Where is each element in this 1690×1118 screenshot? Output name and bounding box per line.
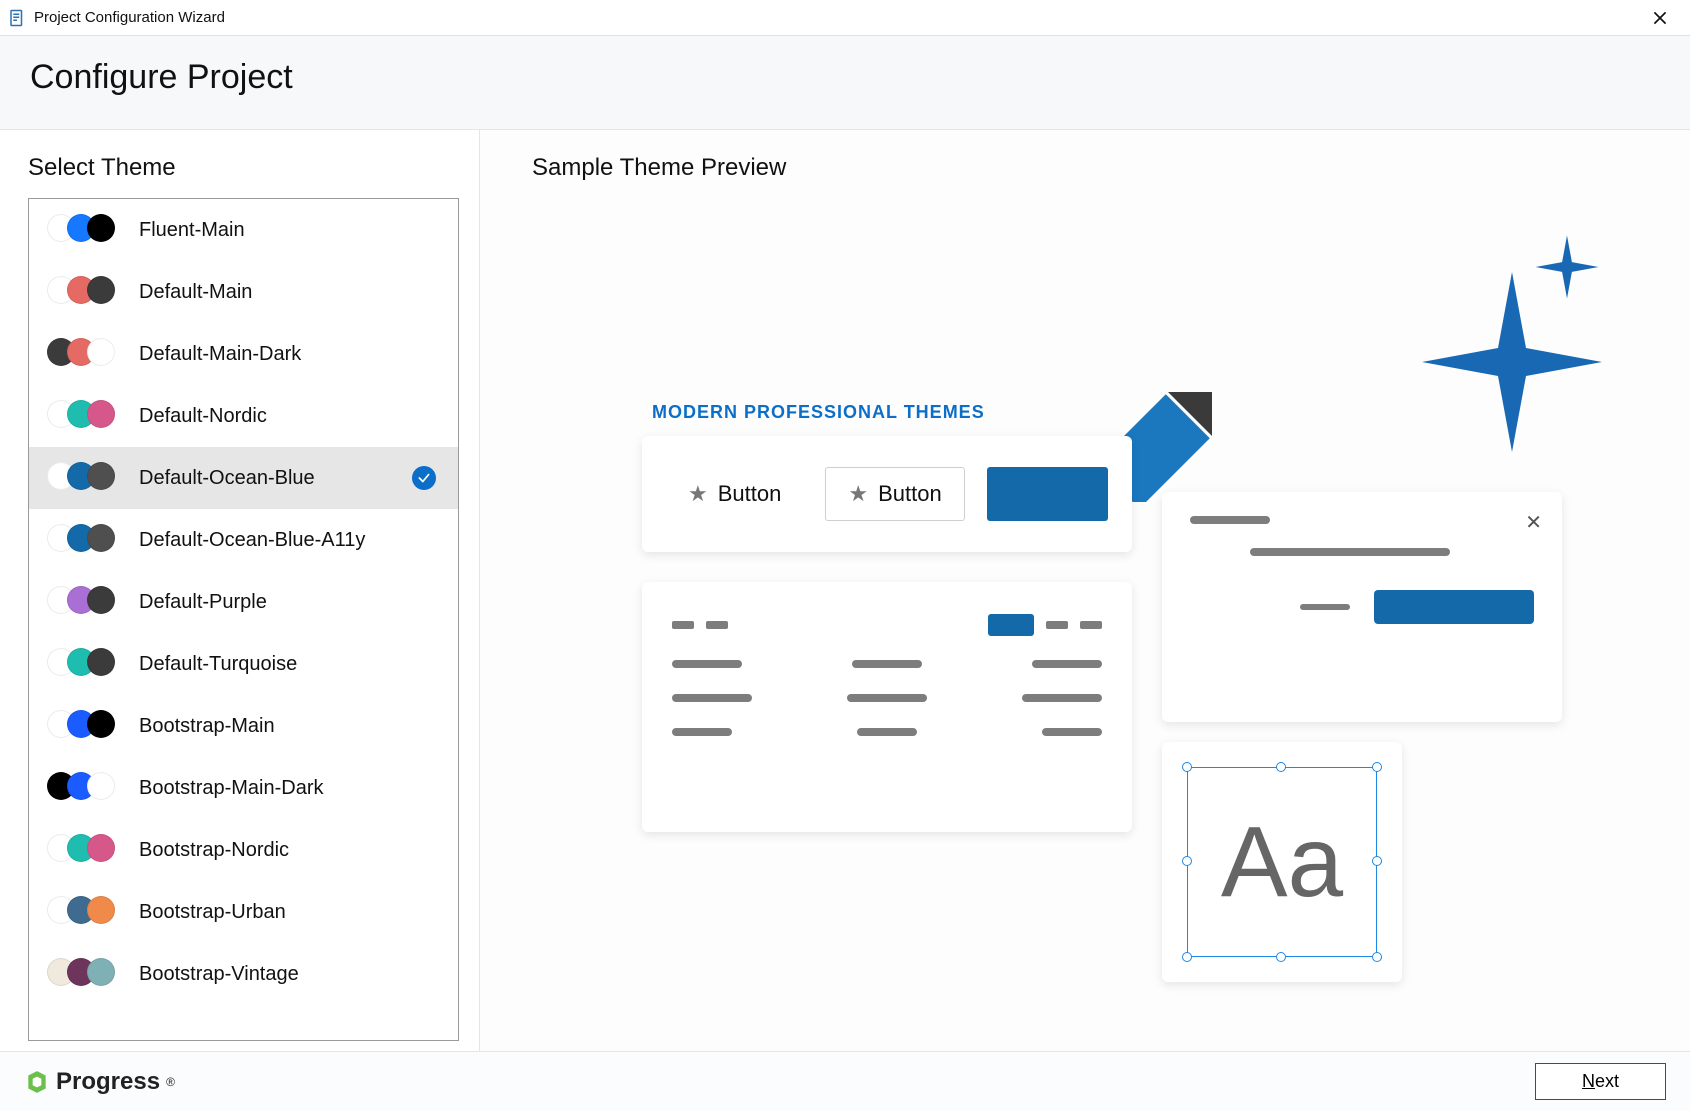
star-icon: ★ [848, 481, 868, 507]
close-icon: ✕ [1525, 510, 1542, 535]
select-theme-heading: Select Theme [28, 154, 459, 182]
theme-item[interactable]: Default-Purple [29, 571, 458, 633]
brand-logo: Progress® [24, 1068, 175, 1096]
theme-label: Default-Ocean-Blue [139, 467, 412, 490]
theme-swatch [47, 276, 121, 308]
next-button[interactable]: Next [1535, 1063, 1666, 1100]
title-bar: Project Configuration Wizard [0, 0, 1690, 36]
theme-panel: Select Theme Fluent-Main Default-Main Defa… [0, 130, 480, 1051]
theme-swatch [47, 772, 121, 804]
preview-typography-card: Aa [1162, 742, 1402, 982]
theme-item[interactable]: Default-Nordic [29, 385, 458, 447]
theme-label: Default-Nordic [139, 405, 436, 428]
theme-item[interactable]: Default-Turquoise [29, 633, 458, 695]
theme-item[interactable]: Bootstrap-Vintage [29, 943, 458, 1005]
theme-swatch [47, 462, 121, 494]
preview-button-label: Button [878, 481, 942, 507]
wizard-footer: Progress® Next [0, 1051, 1690, 1111]
theme-label: Default-Ocean-Blue-A11y [139, 529, 436, 552]
theme-item[interactable]: Bootstrap-Main [29, 695, 458, 757]
progress-icon [24, 1069, 50, 1095]
preview-subtitle: MODERN PROFESSIONAL THEMES [652, 402, 985, 423]
preview-heading: Sample Theme Preview [532, 154, 1650, 182]
theme-label: Bootstrap-Urban [139, 901, 436, 924]
theme-item[interactable]: Default-Ocean-Blue-A11y [29, 509, 458, 571]
preview-button-flat: ★ Button [666, 467, 803, 521]
page-title: Configure Project [30, 58, 1660, 97]
theme-swatch [47, 834, 121, 866]
preview-table-card [642, 582, 1132, 832]
theme-swatch [47, 400, 121, 432]
preview-button-solid [987, 467, 1108, 521]
theme-swatch [47, 648, 121, 680]
theme-swatch [47, 710, 121, 742]
theme-label: Bootstrap-Nordic [139, 839, 436, 862]
theme-item[interactable]: Fluent-Main [29, 199, 458, 261]
theme-item[interactable]: Default-Ocean-Blue [29, 447, 458, 509]
star-icon: ★ [688, 481, 708, 507]
preview-buttons-card: ★ Button ★ Button [642, 436, 1132, 552]
theme-swatch [47, 958, 121, 990]
brand-name: Progress [56, 1068, 160, 1096]
preview-dialog-card: ✕ [1162, 492, 1562, 722]
theme-item[interactable]: Bootstrap-Urban [29, 881, 458, 943]
theme-swatch [47, 586, 121, 618]
preview-area: MODERN PROFESSIONAL THEMES ★ Button ★ Bu… [532, 202, 1650, 1022]
theme-label: Bootstrap-Main [139, 715, 436, 738]
theme-label: Default-Turquoise [139, 653, 436, 676]
preview-button-label: Button [718, 481, 782, 507]
wizard-header: Configure Project [0, 36, 1690, 130]
theme-label: Default-Main [139, 281, 436, 304]
next-button-underline: N [1582, 1071, 1595, 1091]
theme-swatch [47, 214, 121, 246]
theme-item[interactable]: Default-Main [29, 261, 458, 323]
preview-panel: Sample Theme Preview MODERN PROFESSIONAL… [480, 130, 1690, 1051]
theme-label: Bootstrap-Vintage [139, 963, 436, 986]
theme-label: Default-Main-Dark [139, 343, 436, 366]
app-icon [8, 9, 26, 27]
theme-item[interactable]: Default-Main-Dark [29, 323, 458, 385]
next-button-rest: ext [1595, 1071, 1619, 1091]
selection-box: Aa [1187, 767, 1377, 957]
theme-swatch [47, 896, 121, 928]
theme-label: Bootstrap-Main-Dark [139, 777, 436, 800]
theme-listbox[interactable]: Fluent-Main Default-Main Default-Main-Dark… [28, 198, 459, 1041]
theme-swatch [47, 524, 121, 556]
typography-sample: Aa [1188, 768, 1376, 956]
theme-item[interactable]: Bootstrap-Main-Dark [29, 757, 458, 819]
theme-swatch [47, 338, 121, 370]
theme-label: Fluent-Main [139, 219, 436, 242]
window-title: Project Configuration Wizard [34, 9, 225, 26]
theme-label: Default-Purple [139, 591, 436, 614]
preview-button-outline: ★ Button [825, 467, 964, 521]
window-close-button[interactable] [1638, 0, 1682, 36]
check-icon [412, 466, 436, 490]
sparkle-icon [1532, 232, 1602, 302]
theme-item[interactable]: Bootstrap-Nordic [29, 819, 458, 881]
